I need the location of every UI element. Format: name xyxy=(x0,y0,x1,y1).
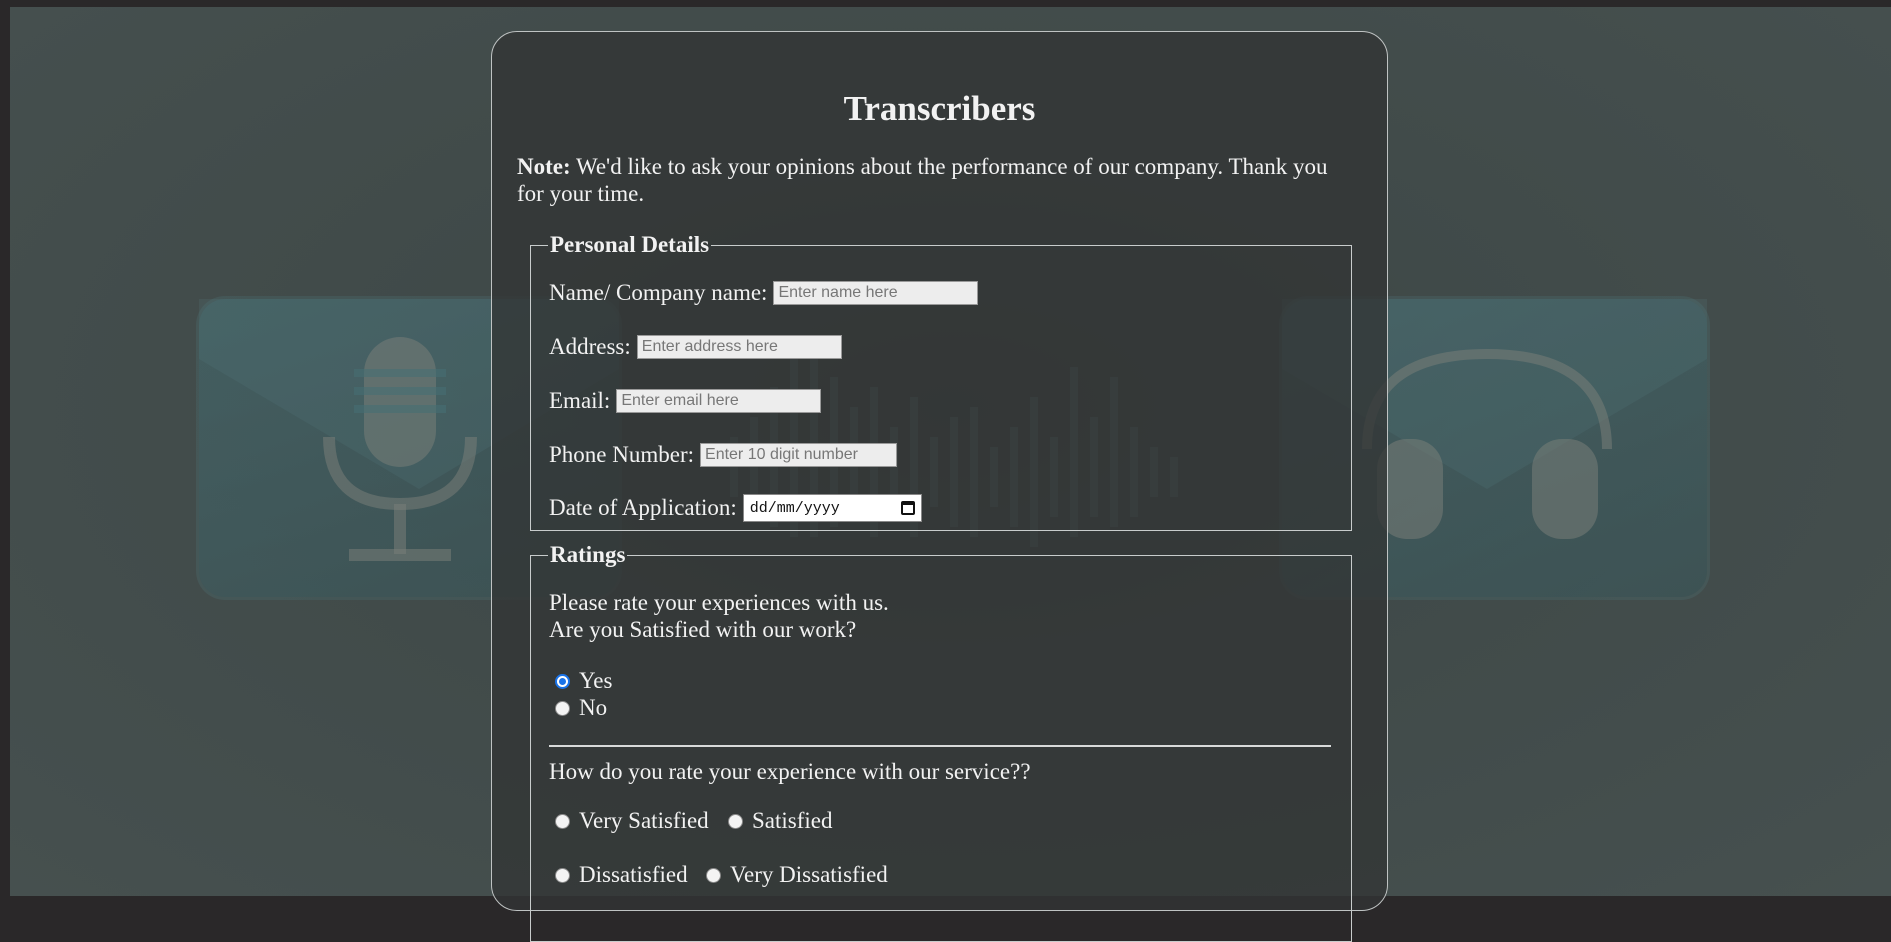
note-label: Note: xyxy=(517,154,571,179)
radio-very-dissatisfied[interactable] xyxy=(706,867,721,883)
form-title: Transcribers xyxy=(843,89,1036,128)
feedback-form-card: Transcribers Note: We'd like to ask your… xyxy=(491,31,1388,942)
name-row: Name/ Company name: xyxy=(549,280,979,306)
radio-option-yes[interactable]: Yes xyxy=(555,668,612,694)
radio-option-very-dissatisfied[interactable]: Very Dissatisfied xyxy=(706,862,888,888)
personal-details-legend: Personal Details xyxy=(550,232,710,257)
ratings-intro: Please rate your experiences with us. xyxy=(549,590,889,615)
radio-satisfied-label: Satisfied xyxy=(752,808,833,833)
section-divider xyxy=(549,745,1331,747)
radio-very-satisfied[interactable] xyxy=(555,813,570,829)
radio-no-label: No xyxy=(579,695,608,720)
radio-option-satisfied[interactable]: Satisfied xyxy=(728,808,833,834)
radio-very-satisfied-label: Very Satisfied xyxy=(579,808,709,833)
date-row: Date of Application: dd/mm/yyyy xyxy=(549,494,922,522)
radio-very-dissatisfied-label: Very Dissatisfied xyxy=(730,862,888,887)
ratings-legend: Ratings xyxy=(550,542,626,567)
name-label: Name/ Company name: xyxy=(549,280,768,305)
radio-yes-label: Yes xyxy=(579,668,613,693)
radio-option-dissatisfied[interactable]: Dissatisfied xyxy=(555,862,688,888)
radio-option-no[interactable]: No xyxy=(555,695,607,721)
email-label: Email: xyxy=(549,388,611,413)
phone-input[interactable] xyxy=(700,443,898,467)
date-value: dd/mm/yyyy xyxy=(749,499,840,517)
question-experience: How do you rate your experience with our… xyxy=(549,759,1031,784)
note-text: We'd like to ask your opinions about the… xyxy=(517,154,1328,206)
email-input[interactable] xyxy=(616,389,822,413)
ratings-fieldset: Ratings Please rate your experiences wit… xyxy=(530,542,1352,942)
address-row: Address: xyxy=(549,334,842,360)
radio-no[interactable] xyxy=(555,700,570,716)
date-label: Date of Application: xyxy=(549,495,737,520)
address-label: Address: xyxy=(549,334,631,359)
note-paragraph: Note: We'd like to ask your opinions abo… xyxy=(517,153,1357,207)
personal-details-fieldset: Personal Details Name/ Company name: Add… xyxy=(530,232,1352,531)
calendar-icon[interactable] xyxy=(900,501,915,515)
name-input[interactable] xyxy=(773,281,979,305)
phone-row: Phone Number: xyxy=(549,442,898,468)
radio-dissatisfied[interactable] xyxy=(555,867,570,883)
radio-option-very-satisfied[interactable]: Very Satisfied xyxy=(555,808,709,834)
question-satisfied: Are you Satisfied with our work? xyxy=(549,617,857,642)
address-input[interactable] xyxy=(636,335,842,359)
radio-dissatisfied-label: Dissatisfied xyxy=(579,862,688,887)
email-row: Email: xyxy=(549,388,822,414)
radio-yes[interactable] xyxy=(555,673,570,689)
radio-satisfied[interactable] xyxy=(728,813,743,829)
date-input[interactable]: dd/mm/yyyy xyxy=(742,494,922,522)
phone-label: Phone Number: xyxy=(549,442,695,467)
